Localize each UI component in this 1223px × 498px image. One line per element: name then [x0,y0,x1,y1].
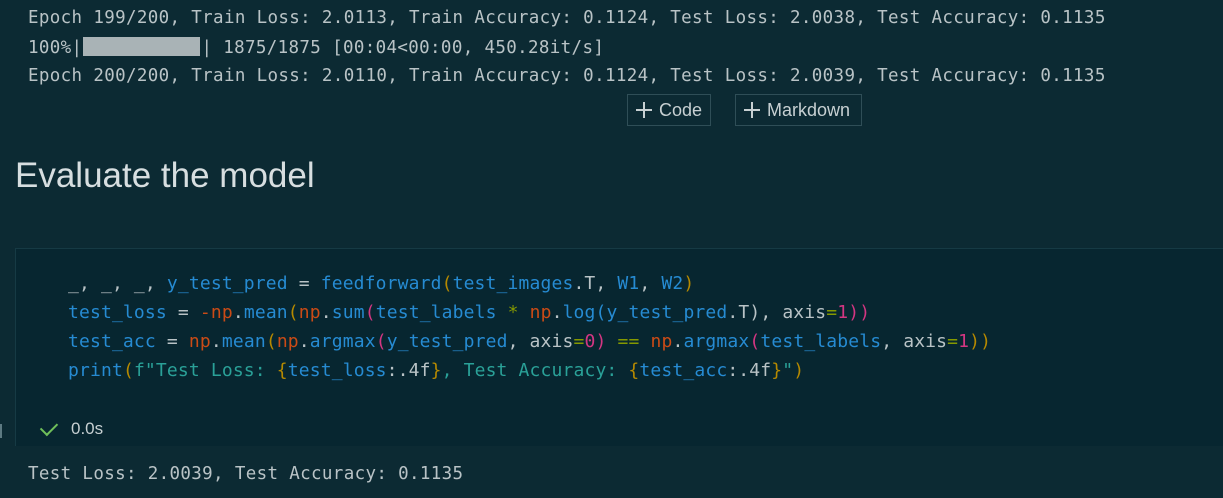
cell-status: 0.0s [38,417,104,439]
execution-gutter-marker [0,424,2,438]
check-icon [39,417,59,436]
plus-icon [636,102,652,118]
add-code-cell-button[interactable]: Code [627,94,711,126]
add-code-label: Code [658,99,702,120]
output-line-epoch-199: Epoch 199/200, Train Loss: 2.0113, Train… [28,8,1106,28]
plus-icon [744,102,760,118]
code-editor[interactable]: _, _, _, y_test_pred = feedforward(test_… [68,269,991,385]
code-line-4: print(f"Test Loss: {test_loss:.4f}, Test… [68,360,805,381]
code-cell[interactable]: _, _, _, y_test_pred = feedforward(test_… [15,248,1223,446]
progress-details: | 1875/1875 [00:04<00:00, 450.28it/s] [201,38,605,58]
execution-time: 0.0s [71,419,104,438]
add-markdown-cell-button[interactable]: Markdown [735,94,862,126]
code-line-1: _, _, _, y_test_pred = feedforward(test_… [68,273,695,294]
progress-bar [83,37,201,56]
code-line-2: test_loss = -np.mean(np.sum(test_labels … [68,302,871,323]
code-line-3: test_acc = np.mean(np.argmax(y_test_pred… [68,331,992,352]
cell-output-text: Test Loss: 2.0039, Test Accuracy: 0.1135 [28,464,464,484]
markdown-heading: Evaluate the model [15,156,315,195]
output-line-epoch-200: Epoch 200/200, Train Loss: 2.0110, Train… [28,66,1106,86]
cell-output-area: Test Loss: 2.0039, Test Accuracy: 0.1135 [0,446,1223,498]
progress-output: 100%| | 1875/1875 [00:04<00:00, 450.28it/… [28,37,604,58]
add-markdown-label: Markdown [767,99,851,120]
progress-percent: 100%| [28,38,83,58]
